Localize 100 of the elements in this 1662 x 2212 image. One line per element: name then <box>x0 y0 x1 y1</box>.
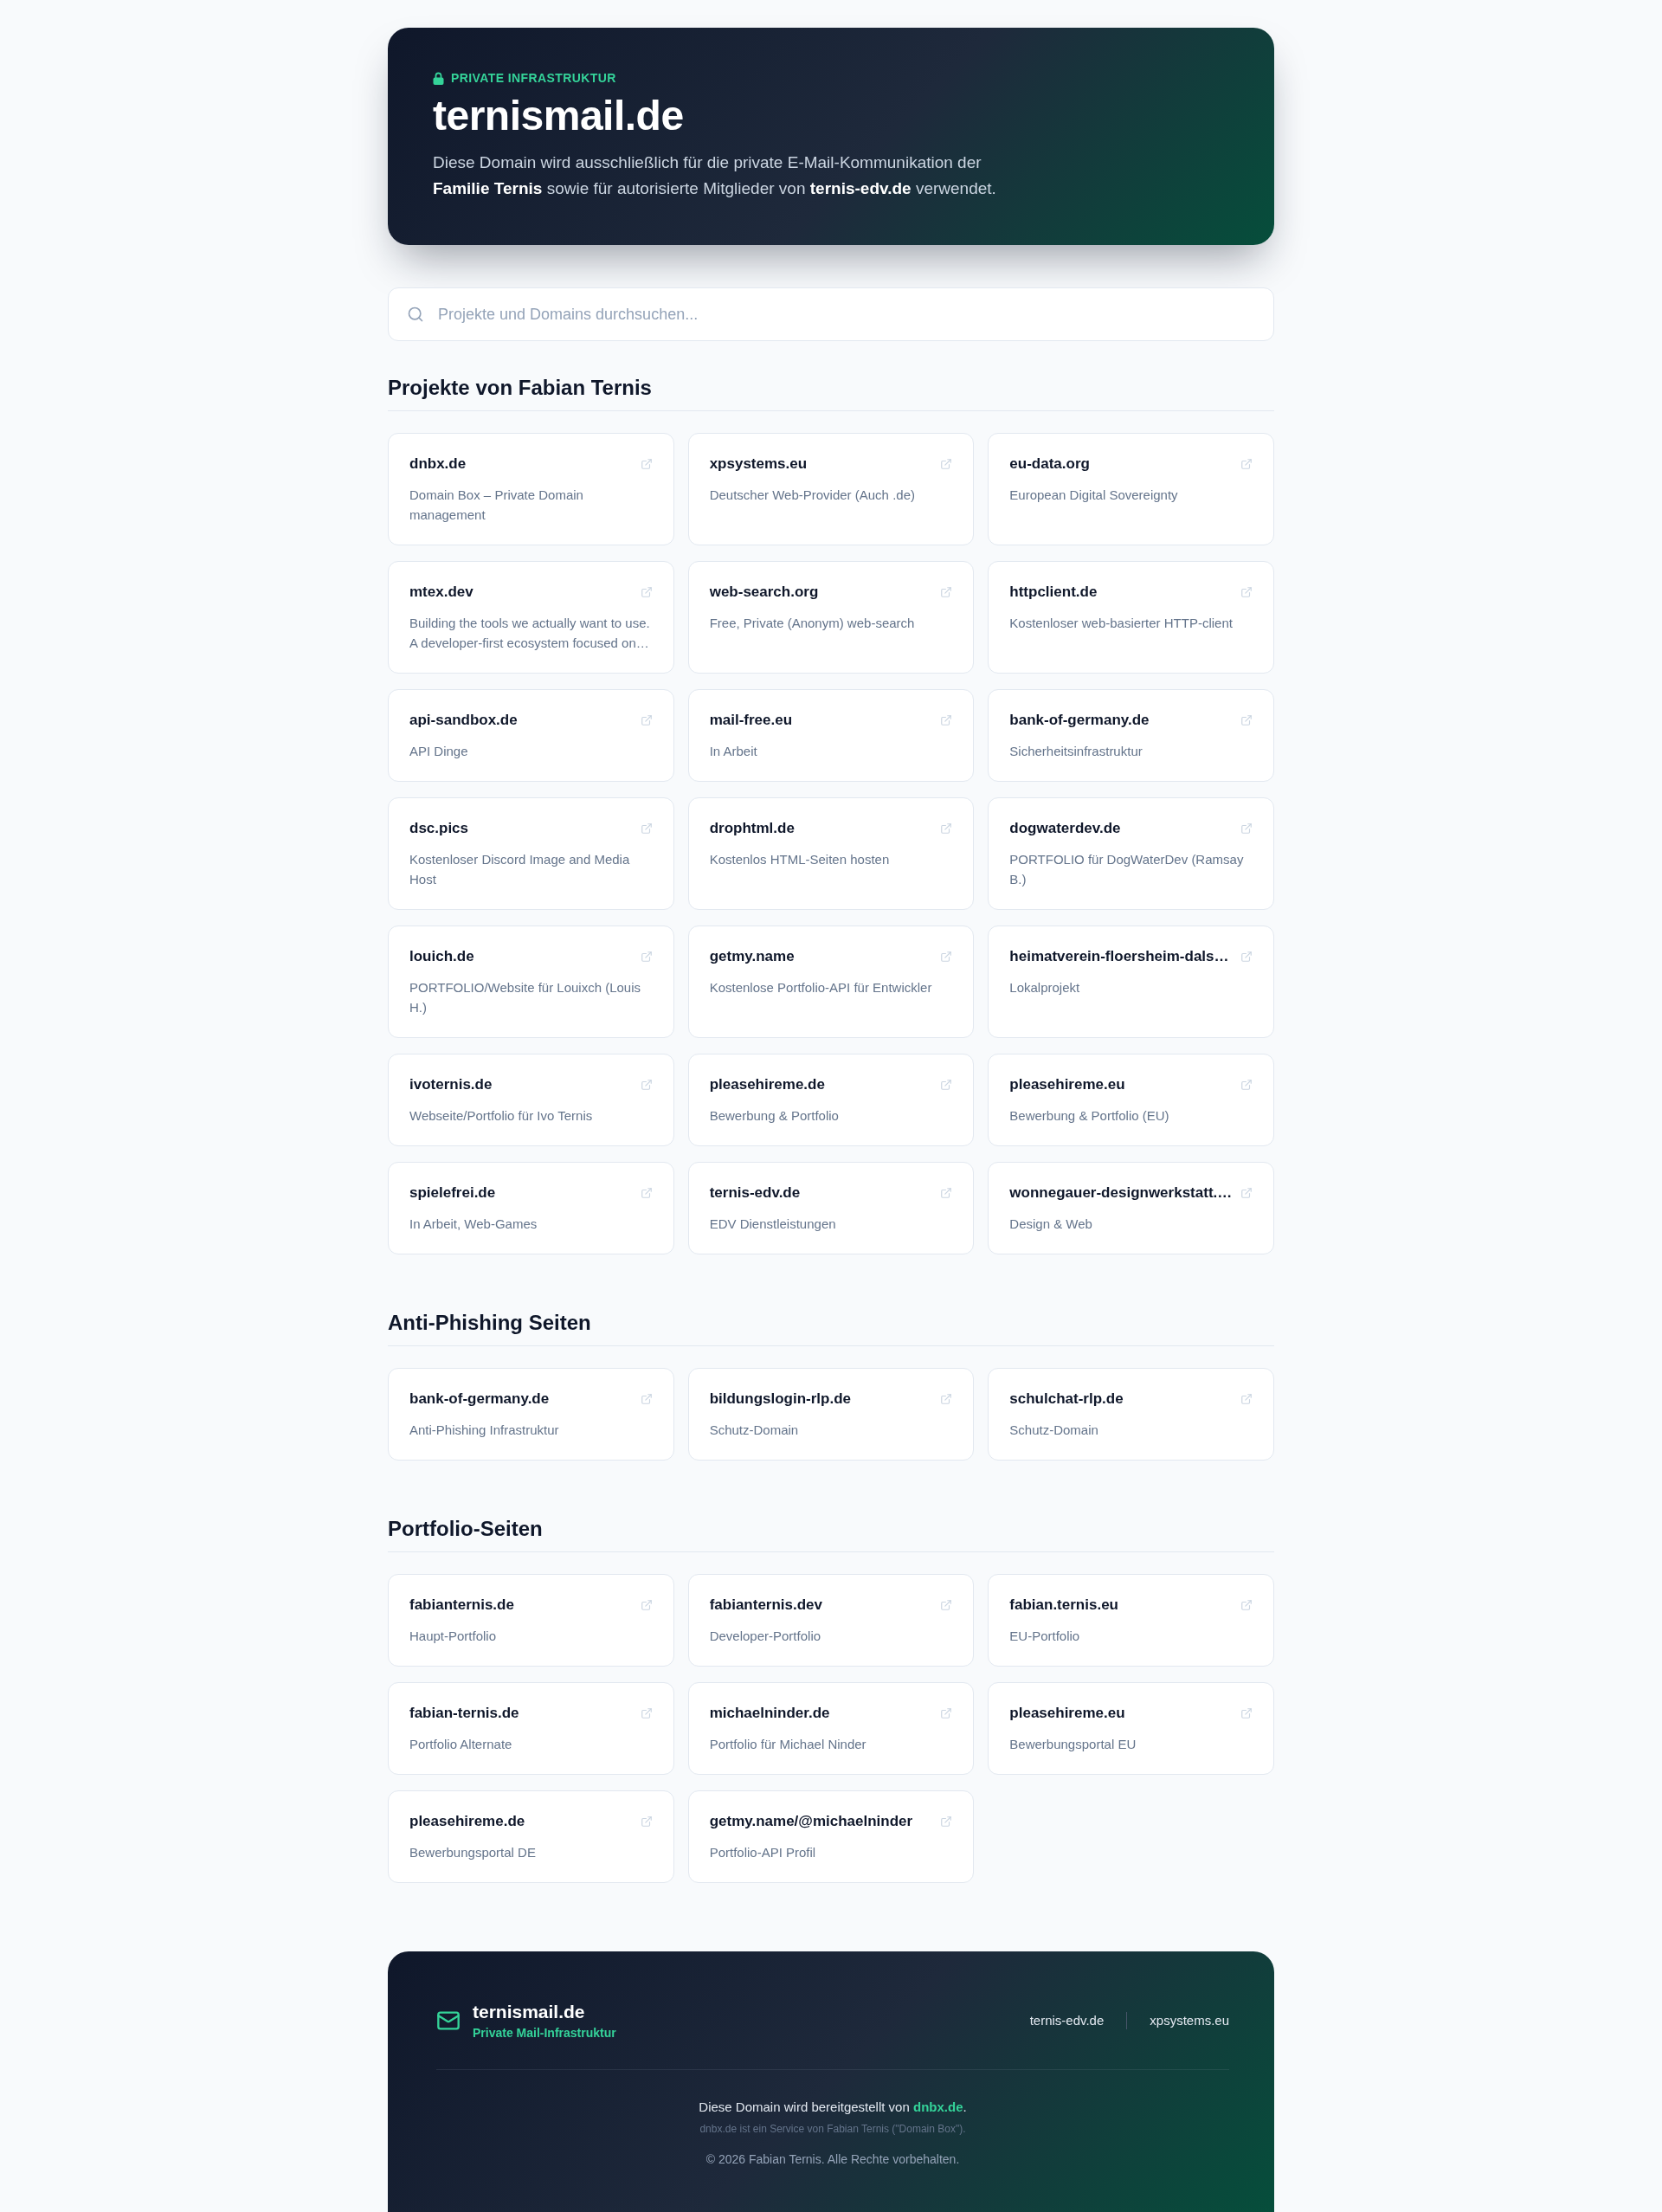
domain-card[interactable]: httpclient.de Kostenloser web-basierter HTTP-client <box>988 561 1274 674</box>
domain-card[interactable]: ivoternis.de Webseite/Portfolio für Ivo Ternis <box>388 1054 674 1146</box>
domain-description: Portfolio-API Profil <box>709 1844 817 1861</box>
domain-card[interactable]: ternis-edv.de EDV Dienstleistungen <box>687 1162 975 1254</box>
domain-title: michaelninder.de <box>709 1704 830 1723</box>
domain-card[interactable]: fabian.ternis.eu EU-Portfolio <box>988 1574 1274 1667</box>
domain-card[interactable]: dsc.pics Kostenloser Discord Image and Media Host <box>388 797 674 910</box>
external-link-icon <box>940 458 953 470</box>
domain-card[interactable]: pleasehireme.eu Bewerbungsportal EU <box>988 1682 1274 1775</box>
external-link-icon <box>1240 1393 1253 1405</box>
domain-card[interactable]: pleasehireme.eu Bewerbung & Portfolio (EU) <box>988 1054 1274 1146</box>
domain-title: pleasehireme.eu <box>1009 1075 1125 1094</box>
footer-tagline: Private Mail-Infrastruktur <box>473 2025 616 2041</box>
domain-title: xpsystems.eu <box>709 455 808 474</box>
domain-title: heimatverein-floersheim-dals… <box>1009 947 1229 966</box>
domain-title: api-sandbox.de <box>409 711 518 730</box>
external-link-icon <box>640 586 653 598</box>
lock-icon <box>433 71 444 85</box>
domain-card[interactable]: getmy.name Kostenlose Portfolio-API für Entwickler <box>687 925 975 1038</box>
external-link-icon <box>940 951 953 963</box>
domain-description: In Arbeit, Web-Games <box>409 1216 538 1233</box>
external-link-icon <box>640 1707 653 1719</box>
search-field[interactable]: Projekte und Domains durchsuchen... <box>388 287 1274 341</box>
footer-brand: ternismail.de <box>473 2001 586 2023</box>
domain-title: fabian.ternis.eu <box>1009 1596 1118 1615</box>
domain-title: fabianternis.de <box>409 1596 514 1615</box>
domain-description: Portfolio Alternate <box>409 1736 513 1753</box>
external-link-icon <box>1240 1079 1253 1091</box>
domain-title: mtex.dev <box>409 583 473 602</box>
domain-title: mail-free.eu <box>709 711 793 730</box>
domain-title: eu-data.org <box>1009 455 1090 474</box>
external-link-icon <box>640 1079 653 1091</box>
external-link-icon <box>940 714 953 726</box>
external-link-icon <box>1240 1707 1253 1719</box>
domain-title: bank-of-germany.de <box>1009 711 1150 730</box>
domain-title: wonnegauer-designwerkstatt.… <box>1009 1183 1233 1203</box>
section-title: Portfolio-Seiten <box>388 1516 544 1542</box>
domain-card[interactable]: mtex.dev Building the tools we actually want to use. A developer-first ecosystem focused on… <box>388 561 674 674</box>
domain-title: drophtml.de <box>709 819 795 838</box>
domain-card[interactable]: michaelninder.de Portfolio für Michael Ninder <box>687 1682 975 1775</box>
external-link-icon <box>940 1599 953 1611</box>
external-link-icon <box>940 1079 953 1091</box>
external-link-icon <box>640 458 653 470</box>
external-link-icon <box>640 822 653 835</box>
domain-card[interactable]: fabian-ternis.de Portfolio Alternate <box>388 1682 674 1775</box>
intro-text: Diese Domain wird ausschließlich für die private E-Mail-Kommunikation der Familie Ternis sowie für autorisierte Mitglieder von ternis-edv.de verwendet. <box>433 152 997 199</box>
domain-title: ternis-edv.de <box>709 1183 801 1203</box>
domain-title: getmy.name <box>709 947 795 966</box>
domain-card[interactable]: fabianternis.dev Developer-Portfolio <box>687 1574 975 1667</box>
domain-card[interactable]: dogwaterdev.de PORTFOLIO für DogWaterDev (Ramsay B.) <box>988 797 1274 910</box>
domain-description: PORTFOLIO für DogWaterDev (Ramsay B.) <box>1009 851 1245 888</box>
domain-description: Haupt-Portfolio <box>409 1628 498 1645</box>
domain-description: Bewerbung & Portfolio <box>709 1107 840 1125</box>
domain-card[interactable]: mail-free.eu In Arbeit <box>687 689 975 782</box>
domain-card[interactable]: spielefrei.de In Arbeit, Web-Games <box>388 1162 674 1254</box>
domain-card[interactable]: dnbx.de Domain Box – Private Domain management <box>388 433 674 545</box>
external-link-icon <box>1240 586 1253 598</box>
external-link-icon <box>940 1707 953 1719</box>
external-link-icon <box>940 1187 953 1199</box>
domain-card[interactable]: heimatverein-floersheim-dals… Lokalprojekt <box>988 925 1274 1038</box>
domain-title: pleasehireme.eu <box>1009 1704 1125 1723</box>
domain-card[interactable]: fabianternis.de Haupt-Portfolio <box>388 1574 674 1667</box>
domain-description: Domain Box – Private Domain management <box>409 487 584 524</box>
domain-card[interactable]: eu-data.org European Digital Sovereignty <box>988 433 1274 545</box>
domain-title: ivoternis.de <box>409 1075 493 1094</box>
domain-description: European Digital Sovereignty <box>1009 487 1179 504</box>
external-link-icon <box>1240 714 1253 726</box>
external-link-icon <box>1240 822 1253 835</box>
domain-description: Kostenloser Discord Image and Media Host <box>409 851 631 888</box>
external-link-icon <box>1240 458 1253 470</box>
domain-card[interactable]: bank-of-germany.de Sicherheitsinfrastruktur <box>988 689 1274 782</box>
domain-description: Webseite/Portfolio für Ivo Ternis <box>409 1107 594 1125</box>
provider-link[interactable]: dnbx.de <box>912 2099 963 2114</box>
domain-description: PORTFOLIO/Website für Louixch (Louis H.) <box>409 979 642 1016</box>
domain-description: Deutscher Web-Provider (Auch .de) <box>709 487 916 504</box>
domain-card[interactable]: schulchat-rlp.de Schutz-Domain <box>988 1368 1274 1461</box>
domain-title: spielefrei.de <box>409 1183 496 1203</box>
domain-card[interactable]: pleasehireme.de Bewerbung & Portfolio <box>687 1054 975 1146</box>
domain-description: Kostenlos HTML-Seiten hosten <box>709 851 891 868</box>
domain-title: bank-of-germany.de <box>409 1390 550 1409</box>
footer-link[interactable]: ternis-edv.de <box>1029 2012 1105 2029</box>
provider-note: Diese Domain wird bereitgestellt von dnbx.de. <box>699 2099 967 2116</box>
domain-card[interactable]: bank-of-germany.de Anti-Phishing Infrastruktur <box>388 1368 674 1461</box>
domain-description: Kostenlose Portfolio-API für Entwickler <box>709 979 933 996</box>
domain-title: bildungslogin-rlp.de <box>709 1390 852 1409</box>
domain-card[interactable]: xpsystems.eu Deutscher Web-Provider (Auch .de) <box>687 433 975 545</box>
domain-title: httpclient.de <box>1009 583 1098 602</box>
domain-card[interactable]: drophtml.de Kostenlos HTML-Seiten hosten <box>687 797 975 910</box>
domain-description: Portfolio für Michael Ninder <box>709 1736 867 1753</box>
domain-description: Schutz-Domain <box>1009 1422 1099 1439</box>
domain-card[interactable]: web-search.org Free, Private (Anonym) web-search <box>687 561 975 674</box>
domain-card[interactable]: wonnegauer-designwerkstatt.… Design & Web <box>988 1162 1274 1254</box>
domain-title: web-search.org <box>709 583 819 602</box>
domain-card[interactable]: api-sandbox.de API Dinge <box>388 689 674 782</box>
domain-card[interactable]: getmy.name/@michaelninder Portfolio-API Profil <box>687 1790 975 1883</box>
domain-card[interactable]: pleasehireme.de Bewerbungsportal DE <box>388 1790 674 1883</box>
footer-link[interactable]: xpsystems.eu <box>1150 2012 1229 2029</box>
domain-card[interactable]: bildungslogin-rlp.de Schutz-Domain <box>687 1368 975 1461</box>
domain-card[interactable]: louich.de PORTFOLIO/Website für Louixch (Louis H.) <box>388 925 674 1038</box>
section-title: Projekte von Fabian Ternis <box>388 375 653 401</box>
